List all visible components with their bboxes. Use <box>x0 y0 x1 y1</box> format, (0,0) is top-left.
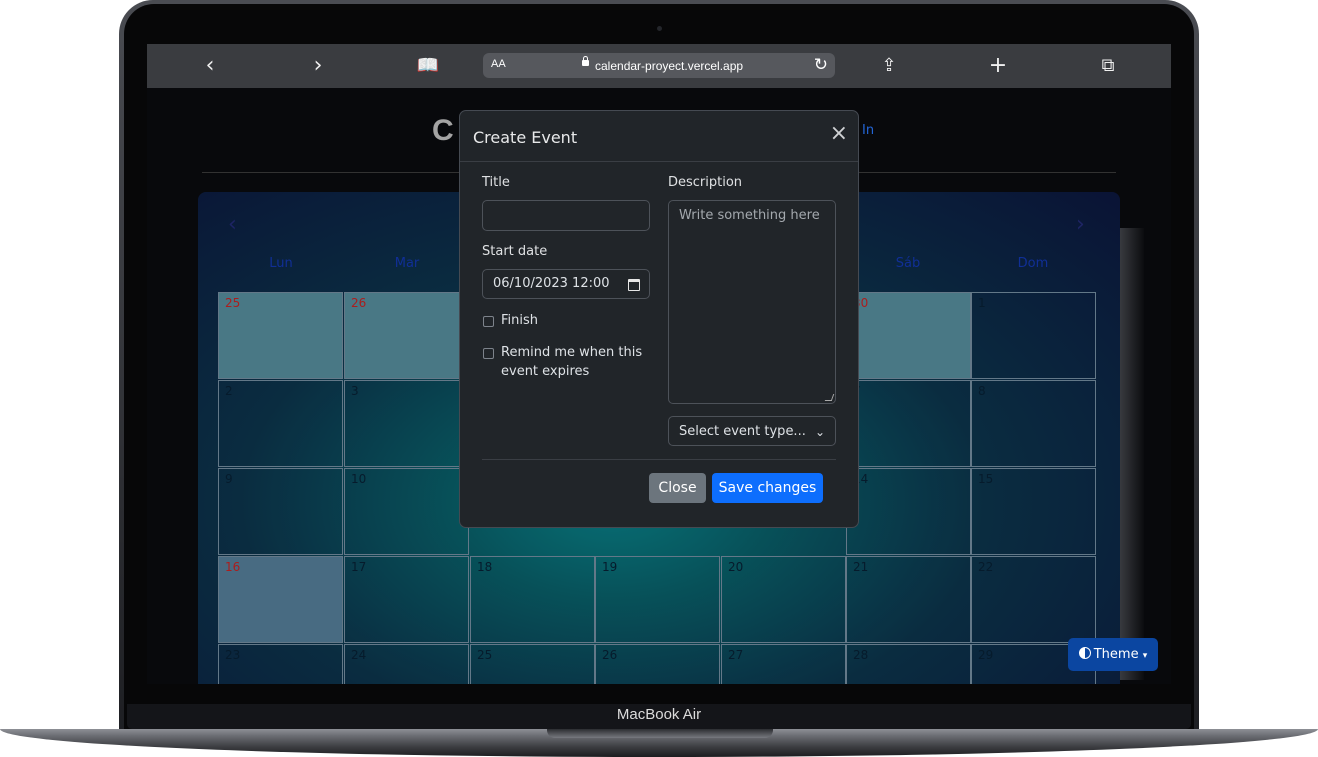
modal-header-divider <box>460 161 858 162</box>
title-input[interactable] <box>482 200 650 231</box>
device-screen: ‹ › 📖 AA calendar-proyect.vercel.app ↻ ⇪… <box>147 44 1171 684</box>
description-textarea[interactable]: Write something here <box>668 200 836 404</box>
remind-checkbox[interactable] <box>483 348 494 359</box>
theme-half-circle-icon <box>1078 647 1091 659</box>
event-type-selected: Select event type... <box>679 424 806 439</box>
modal-title: Create Event <box>473 128 578 147</box>
finish-label: Finish <box>501 313 539 328</box>
bookmarks-icon[interactable]: 📖 <box>416 54 440 78</box>
new-tab-icon[interactable]: + <box>986 54 1010 78</box>
remind-label-line2: event expires <box>501 364 590 379</box>
start-date-input[interactable]: 06/10/2023 12:00 <box>482 269 650 299</box>
tabs-icon[interactable]: ⧉ <box>1096 54 1120 78</box>
camera <box>657 26 662 31</box>
remind-label-line1: Remind me when this <box>501 345 643 360</box>
chevron-down-icon: ⌄ <box>814 425 825 439</box>
lock-icon <box>582 56 589 66</box>
start-date-value: 06/10/2023 12:00 <box>493 276 610 291</box>
url-text: calendar-proyect.vercel.app <box>595 59 744 73</box>
description-placeholder: Write something here <box>679 208 820 223</box>
resize-handle[interactable] <box>824 394 835 401</box>
share-icon[interactable]: ⇪ <box>877 54 901 78</box>
theme-label: Theme <box>1093 647 1139 662</box>
finish-checkbox[interactable] <box>483 316 494 327</box>
reload-icon[interactable]: ↻ <box>814 55 828 75</box>
close-button[interactable]: Close <box>649 473 706 503</box>
event-type-select[interactable]: Select event type... ⌄ <box>668 416 836 446</box>
browser-toolbar: ‹ › 📖 AA calendar-proyect.vercel.app ↻ ⇪… <box>147 44 1171 88</box>
theme-button[interactable]: Theme ▾ <box>1068 638 1158 671</box>
modal-footer-divider <box>482 459 836 460</box>
address-bar[interactable]: AA calendar-proyect.vercel.app ↻ <box>483 53 835 78</box>
save-changes-button[interactable]: Save changes <box>712 473 823 503</box>
close-icon[interactable]: × <box>830 123 848 145</box>
calendar-icon[interactable] <box>628 279 640 291</box>
back-icon[interactable]: ‹ <box>198 54 222 78</box>
device-label: MacBook Air <box>616 706 702 723</box>
create-event-modal: Create Event × Title Start date 06/10/20… <box>459 110 859 528</box>
title-label: Title <box>482 175 510 190</box>
laptop-base: MacBook Air <box>0 704 1318 757</box>
caret-down-icon: ▾ <box>1142 651 1148 661</box>
text-size-button[interactable]: AA <box>491 58 506 70</box>
opening-notch <box>547 729 773 738</box>
start-date-label: Start date <box>482 244 548 259</box>
forward-icon[interactable]: › <box>306 54 330 78</box>
description-label: Description <box>668 175 743 190</box>
